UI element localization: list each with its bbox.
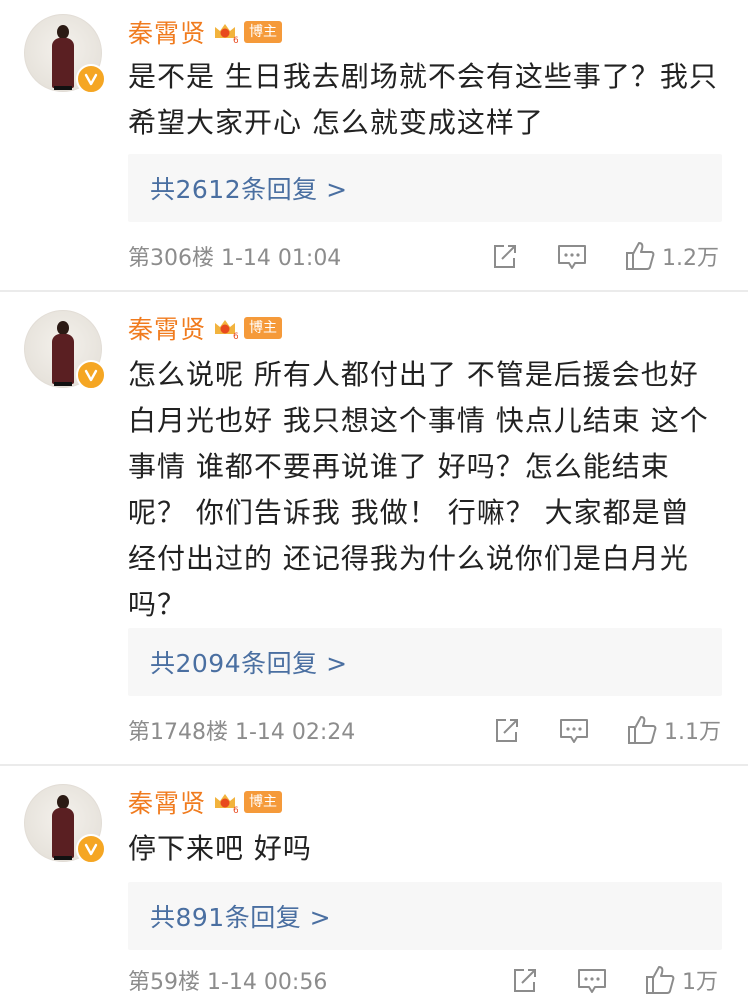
share-icon xyxy=(514,969,536,992)
share-button[interactable] xyxy=(490,242,520,272)
comment-meta: 第59楼 1-14 00:56 xyxy=(128,962,728,998)
verified-v-icon xyxy=(76,834,106,864)
avatar[interactable] xyxy=(24,14,106,94)
share-button[interactable] xyxy=(492,716,522,746)
view-replies-link[interactable]: 共2612条回复 > xyxy=(150,170,348,206)
share-button[interactable] xyxy=(510,966,540,996)
like-count: 1.2万 xyxy=(662,246,719,271)
svg-text:6: 6 xyxy=(233,806,238,815)
share-icon xyxy=(496,719,518,742)
thumbs-up-icon xyxy=(646,966,675,994)
comment-button[interactable] xyxy=(558,716,590,746)
like-button[interactable]: 1万 xyxy=(644,964,718,996)
like-count: 1.1万 xyxy=(664,720,721,745)
comment-header: 秦霄贤 6 博主 xyxy=(128,784,283,820)
comment-button[interactable] xyxy=(576,966,608,996)
comment-button[interactable] xyxy=(556,242,588,272)
comment-text: 怎么说呢 所有人都付出了 不管是后援会也好 白月光也好 我只想这个事情 快点儿结… xyxy=(128,358,709,621)
comment-header: 秦霄贤 6 博主 xyxy=(128,14,283,50)
share-icon xyxy=(494,245,516,268)
verified-v-icon xyxy=(76,360,106,390)
reply-box[interactable]: 共891条回复 > xyxy=(128,882,722,950)
reply-box[interactable]: 共2612条回复 > xyxy=(128,154,722,222)
comment-header: 秦霄贤 6 博主 xyxy=(128,310,283,346)
divider xyxy=(0,290,748,292)
floor-and-time: 第1748楼 1-14 02:24 xyxy=(128,720,356,745)
view-replies-link[interactable]: 共2094条回复 > xyxy=(150,644,348,680)
floor-and-time: 第306楼 1-14 01:04 xyxy=(128,246,342,271)
avatar[interactable] xyxy=(24,310,106,390)
like-button[interactable]: 1.1万 xyxy=(626,714,721,746)
avatar[interactable] xyxy=(24,784,106,864)
verified-v-icon xyxy=(76,64,106,94)
username[interactable]: 秦霄贤 xyxy=(128,14,206,50)
comment-icon xyxy=(558,245,586,269)
username[interactable]: 秦霄贤 xyxy=(128,784,206,820)
like-count: 1万 xyxy=(682,970,718,995)
divider xyxy=(0,764,748,766)
reply-box[interactable]: 共2094条回复 > xyxy=(128,628,722,696)
host-badge: 博主 xyxy=(244,21,283,43)
comment-icon xyxy=(578,969,606,993)
svg-text:6: 6 xyxy=(233,332,238,341)
crown-vip-icon: 6 xyxy=(215,24,238,45)
thumbs-up-icon xyxy=(628,716,657,744)
comment-text: 是不是 生日我去剧场就不会有这些事了？我只希望大家开心 怎么就变成这样了 xyxy=(128,60,718,139)
svg-text:6: 6 xyxy=(233,36,238,45)
view-replies-link[interactable]: 共891条回复 > xyxy=(150,898,331,934)
comment-icon xyxy=(560,719,588,743)
like-button[interactable]: 1.2万 xyxy=(624,240,719,272)
host-badge: 博主 xyxy=(244,317,283,339)
crown-vip-icon: 6 xyxy=(215,794,238,815)
host-badge: 博主 xyxy=(244,791,283,813)
thumbs-up-icon xyxy=(626,242,655,270)
floor-and-time: 第59楼 1-14 00:56 xyxy=(128,970,328,995)
comment-text: 停下来吧 好吗 xyxy=(128,832,312,865)
username[interactable]: 秦霄贤 xyxy=(128,310,206,346)
crown-vip-icon: 6 xyxy=(215,320,238,341)
